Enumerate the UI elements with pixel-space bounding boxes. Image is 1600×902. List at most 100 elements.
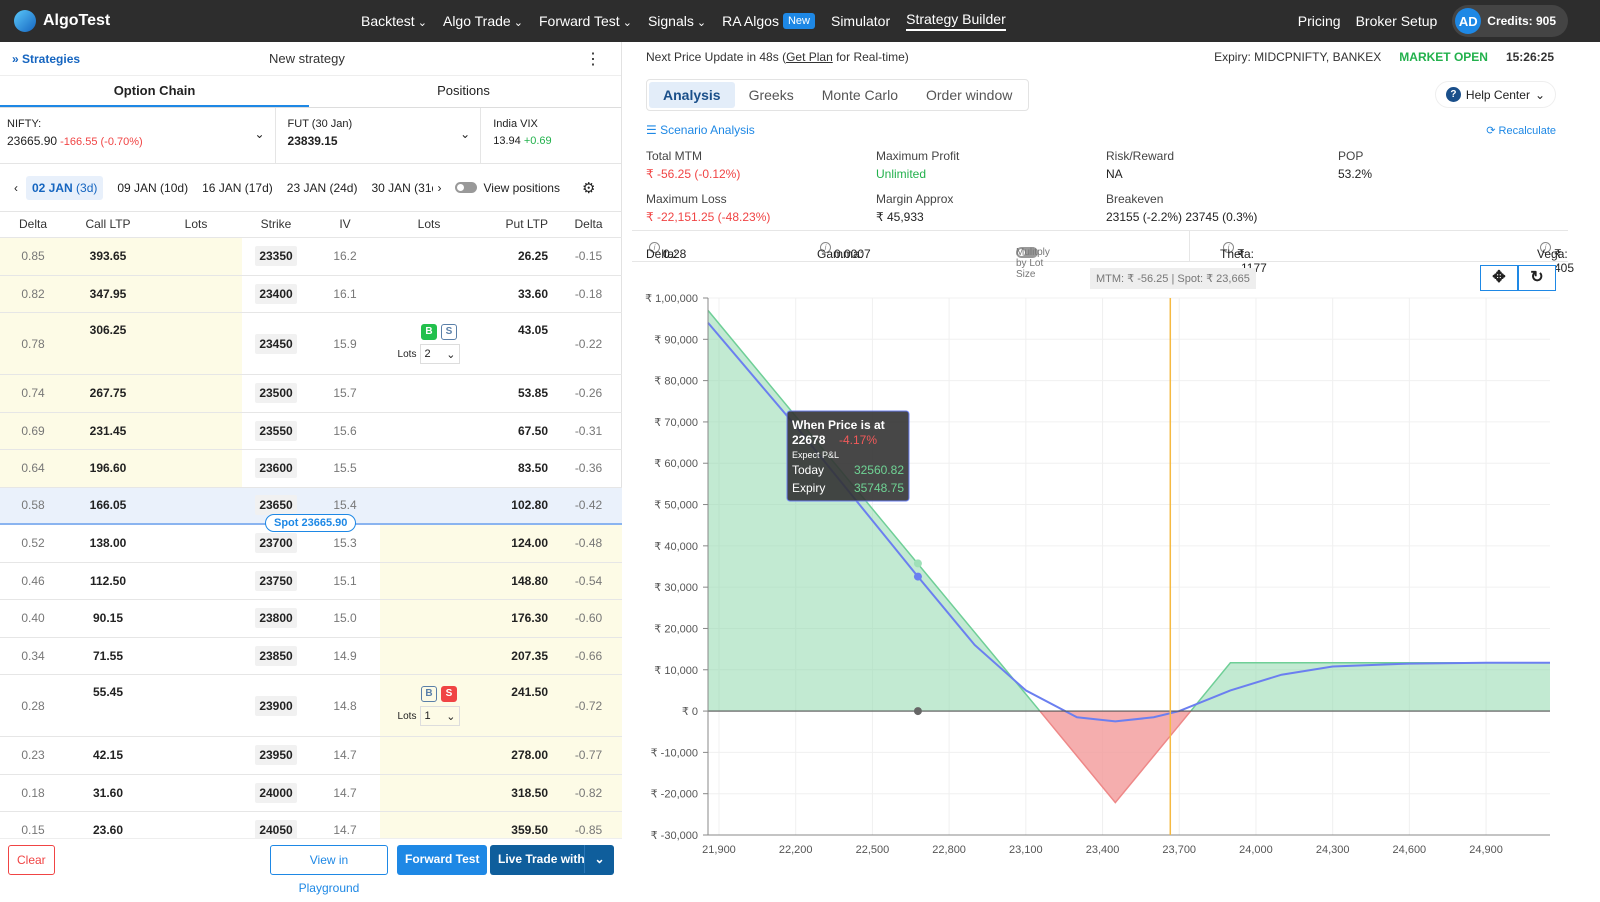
buy-button[interactable]: B [421,324,437,340]
call-ltp[interactable]: 166.05 [66,488,150,524]
nav-item[interactable]: Strategy Builder [906,11,1006,31]
nifty-selector[interactable]: NIFTY: 23665.90 -166.55 (-0.70%) ⌄ [0,108,276,163]
tab-option-chain[interactable]: Option Chain [0,76,309,107]
credits-badge[interactable]: AD Credits: 905 [1452,5,1568,37]
tab-order-window[interactable]: Order window [912,82,1026,108]
put-ltp[interactable]: 102.80 [478,488,548,524]
recalculate-button[interactable]: ⟳ Recalculate [1486,124,1556,137]
nav-item[interactable]: RA Algos [722,13,779,29]
call-ltp[interactable]: 112.50 [66,563,150,600]
table-row[interactable]: 0.74 267.75 23500 15.7 53.85 -0.26 [0,375,622,413]
put-ltp[interactable]: 33.60 [478,276,548,313]
sell-button[interactable]: S [441,686,457,702]
chevron-left-icon[interactable]: ‹ [14,181,18,195]
call-ltp[interactable]: 347.95 [66,276,150,313]
call-ltp[interactable]: 306.25 [66,313,150,374]
avatar[interactable]: AD [1455,8,1482,34]
call-ltp[interactable]: 42.15 [66,737,150,774]
get-plan-link[interactable]: Get Plan [786,50,833,64]
chevron-right-icon[interactable]: › [437,181,441,195]
put-ltp[interactable]: 83.50 [478,450,548,487]
strike[interactable]: 23600 [242,450,310,487]
strike[interactable]: 23400 [242,276,310,313]
strike[interactable]: 23800 [242,600,310,637]
strike[interactable]: 23450 [242,313,310,374]
table-row[interactable]: 0.58 166.05 23650 15.4 102.80 -0.42 Spot 23665… [0,487,622,532]
table-row[interactable]: 0.34 71.55 23850 14.9 207.35 -0.66 [0,637,622,675]
lots-select[interactable]: 1 ⌄ [420,706,461,726]
strike[interactable]: 24000 [242,775,310,812]
scenario-analysis-link[interactable]: ☰ Scenario Analysis [646,123,755,137]
clear-button[interactable]: Clear [8,845,55,875]
table-row[interactable]: 0.23 42.15 23950 14.7 278.00 -0.77 [0,737,622,775]
call-ltp[interactable]: 267.75 [66,375,150,412]
strike[interactable]: 23900 [242,675,310,736]
table-row[interactable]: 0.85 393.65 23350 16.2 26.25 -0.15 [0,238,622,276]
strategy-title[interactable]: New strategy [269,51,345,66]
nav-item[interactable]: Backtest [361,13,427,29]
forward-test-button[interactable]: Forward Test [397,845,488,875]
table-row[interactable]: 0.69 231.45 23550 15.6 67.50 -0.31 [0,412,622,450]
put-ltp[interactable]: 318.50 [478,775,548,812]
table-row[interactable]: 0.46 112.50 23750 15.1 148.80 -0.54 [0,562,622,600]
strike[interactable]: 23350 [242,238,310,275]
call-ltp[interactable]: 31.60 [66,775,150,812]
strike[interactable]: 23950 [242,737,310,774]
table-row[interactable]: 0.82 347.95 23400 16.1 33.60 -0.18 [0,275,622,313]
tab-positions[interactable]: Positions [309,76,618,107]
kebab-menu-icon[interactable]: ⋮ [585,49,601,69]
live-trade-button[interactable]: Live Trade with ⌄ [490,845,614,875]
help-center-button[interactable]: ? Help Center ⌄ [1434,81,1556,108]
call-ltp[interactable]: 393.65 [66,238,150,275]
futures-selector[interactable]: FUT (30 Jan) 23839.15 ⌄ [276,108,482,163]
put-ltp[interactable]: 207.35 [478,638,548,675]
tab-analysis[interactable]: Analysis [649,82,735,108]
strategies-link[interactable]: » Strategies [12,52,80,66]
put-ltp[interactable]: 67.50 [478,413,548,450]
payoff-chart[interactable]: ₹ 1,00,000 ₹ 90,000 ₹ 80,000 ₹ 70,000 ₹ 60,0… [632,280,1568,870]
nav-pricing[interactable]: Pricing [1298,13,1341,29]
table-row[interactable]: 0.40 90.15 23800 15.0 176.30 -0.60 [0,600,622,638]
table-row[interactable]: 0.28 55.45 23900 14.8 B S Lots 1 ⌄ 241.50 -0.72 [0,675,622,737]
tab-monte-carlo[interactable]: Monte Carlo [808,82,912,108]
view-positions-toggle[interactable] [455,182,478,193]
tab-greeks[interactable]: Greeks [735,82,808,108]
table-row[interactable]: 0.18 31.60 24000 14.7 318.50 -0.82 [0,774,622,812]
view-in-playground-button[interactable]: View in Playground [270,845,388,895]
chevron-down-icon[interactable]: ⌄ [584,845,614,873]
sell-button[interactable]: S [441,324,457,340]
call-ltp[interactable]: 196.60 [66,450,150,487]
nav-item[interactable]: Signals [648,13,706,29]
put-ltp[interactable]: 241.50 [478,675,548,736]
expiry-23-jan[interactable]: 23 JAN (24d) [287,181,358,195]
lots-select[interactable]: 2 ⌄ [420,344,461,364]
strike[interactable]: 23550 [242,413,310,450]
call-ltp[interactable]: 90.15 [66,600,150,637]
expiry-09-jan[interactable]: 09 JAN (10d) [117,181,188,195]
put-ltp[interactable]: 43.05 [478,313,548,374]
table-row[interactable]: 0.78 306.25 23450 15.9 B S Lots 2 ⌄ 43.05 -0.22 [0,313,622,375]
call-ltp[interactable]: 55.45 [66,675,150,736]
table-row[interactable]: 0.64 196.60 23600 15.5 83.50 -0.36 [0,450,622,488]
put-ltp[interactable]: 176.30 [478,600,548,637]
nav-broker-setup[interactable]: Broker Setup [1356,13,1438,29]
put-ltp[interactable]: 26.25 [478,238,548,275]
put-ltp[interactable]: 278.00 [478,737,548,774]
strike[interactable]: 23500 [242,375,310,412]
strike[interactable]: 23850 [242,638,310,675]
expiry-16-jan[interactable]: 16 JAN (17d) [202,181,273,195]
call-ltp[interactable]: 71.55 [66,638,150,675]
gear-icon[interactable]: ⚙ [582,179,595,197]
expiry-30-jan[interactable]: 30 JAN (31d [371,181,433,195]
put-ltp[interactable]: 53.85 [478,375,548,412]
put-ltp[interactable]: 148.80 [478,563,548,600]
nav-item[interactable]: Algo Trade [443,13,523,29]
brand-logo[interactable]: AlgoTest [14,10,110,32]
nav-item[interactable]: Simulator [831,13,890,29]
put-ltp[interactable]: 124.00 [478,525,548,562]
nav-item[interactable]: Forward Test [539,13,632,29]
buy-button[interactable]: B [421,686,437,702]
expiry-02-jan[interactable]: 02 JAN (3d) [26,175,104,200]
strike[interactable]: 23750 [242,563,310,600]
call-ltp[interactable]: 231.45 [66,413,150,450]
